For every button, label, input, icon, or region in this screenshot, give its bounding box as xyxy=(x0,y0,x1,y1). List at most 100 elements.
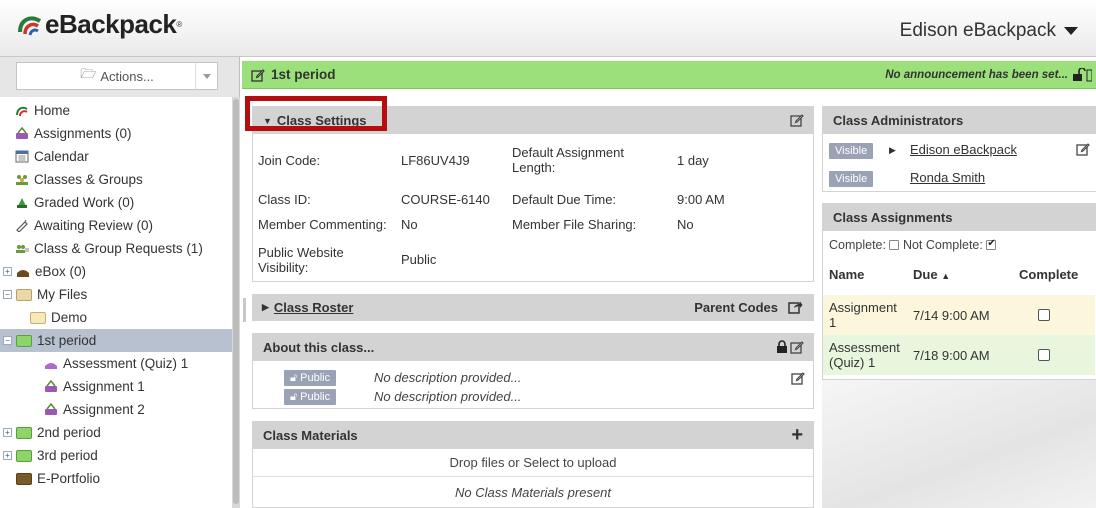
sidebar-item-calendar[interactable]: Calendar xyxy=(0,145,232,168)
folder-icon xyxy=(16,449,32,462)
folder-icon xyxy=(30,311,46,324)
banner-title: 1st period xyxy=(251,67,336,82)
class-roster-header[interactable]: ▶ Class Roster Parent Codes xyxy=(252,294,814,321)
table-row[interactable]: Assignment 1 7/14 9:00 AM xyxy=(823,295,1095,335)
class-id-label: Class ID: xyxy=(258,192,311,207)
sidebar-item-label: Class & Group Requests (1) xyxy=(34,241,203,256)
admin-name-link[interactable]: Edison eBackpack xyxy=(910,142,1017,157)
sidebar-scrollbar[interactable] xyxy=(232,97,240,508)
sidebar-item-assignment-2[interactable]: Assignment 2 xyxy=(0,398,232,421)
top-bar: eBackpack ® Edison eBackpack xyxy=(0,0,1096,57)
completion-filter: Complete: Not Complete: ✔ xyxy=(829,238,997,252)
member-commenting-label: Member Commenting: xyxy=(258,217,387,232)
class-materials-panel: Class Materials + Drop files or Select t… xyxy=(252,421,814,508)
expand-icon[interactable]: + xyxy=(3,267,12,276)
sort-ascending-icon: ▲ xyxy=(941,271,951,281)
visible-badge[interactable]: Visible xyxy=(829,171,874,187)
actions-dropdown[interactable]: 🗁 Actions... xyxy=(16,62,218,90)
caret-right-icon[interactable]: ▶ xyxy=(889,145,896,156)
class-assignments-panel: Class Assignments Complete: Not Complete… xyxy=(822,203,1096,380)
sidebar-item-3rd-period[interactable]: + 3rd period xyxy=(0,444,232,467)
column-header-complete[interactable]: Complete xyxy=(1019,267,1078,282)
upload-dropzone[interactable]: Drop files or Select to upload xyxy=(253,449,813,477)
folder-open-icon: 🗁 xyxy=(80,66,97,81)
sidebar: 🗁 Actions... Home Assignments (0) Calend… xyxy=(0,57,240,508)
ebackpack-logo-icon xyxy=(18,16,42,35)
edit-icon[interactable] xyxy=(251,68,265,82)
complete-filter-checkbox[interactable] xyxy=(889,240,900,250)
sidebar-item-label: My Files xyxy=(37,287,88,302)
complete-checkbox[interactable] xyxy=(1038,309,1050,321)
folder-icon xyxy=(16,288,32,301)
edit-icon[interactable] xyxy=(790,340,804,354)
column-header-name[interactable]: Name xyxy=(829,267,864,282)
sidebar-item-graded-work[interactable]: Graded Work (0) xyxy=(0,191,232,214)
public-website-visibility-value: Public xyxy=(401,252,437,267)
assignment-icon xyxy=(45,380,57,392)
column-header-due[interactable]: Due ▲ xyxy=(913,267,950,282)
add-icon[interactable]: + xyxy=(791,424,803,447)
logo-text: eBackpack xyxy=(45,9,177,39)
sidebar-item-label: Awaiting Review (0) xyxy=(34,218,154,233)
expand-icon[interactable]: + xyxy=(3,428,12,437)
sidebar-item-classes-groups[interactable]: Classes & Groups xyxy=(0,168,232,191)
join-code-label: Join Code: xyxy=(258,153,321,168)
sidebar-item-group-requests[interactable]: Class & Group Requests (1) xyxy=(0,237,232,260)
description-text: No description provided... xyxy=(374,389,522,404)
admin-name-link[interactable]: Ronda Smith xyxy=(910,170,985,185)
collapse-icon[interactable]: − xyxy=(3,336,12,345)
class-administrators-panel: Class Administrators Visible ▶ Edison eB… xyxy=(822,106,1096,192)
user-menu[interactable]: Edison eBackpack xyxy=(900,20,1078,42)
sidebar-item-e-portfolio[interactable]: E-Portfolio xyxy=(0,467,232,490)
graded-work-icon xyxy=(17,198,27,208)
sidebar-item-label: Assignments (0) xyxy=(34,126,132,141)
scrollbar-thumb[interactable] xyxy=(233,99,239,504)
about-class-panel: About this class... 🔓︎ Public No descript… xyxy=(252,333,814,409)
sidebar-item-my-files[interactable]: − My Files xyxy=(0,283,232,306)
assignment-name[interactable]: Assessment (Quiz) 1 xyxy=(829,340,905,370)
panel-resize-grip[interactable] xyxy=(243,298,246,322)
parent-codes-label[interactable]: Parent Codes xyxy=(694,300,778,315)
logo[interactable]: eBackpack ® xyxy=(17,9,182,40)
folder-icon xyxy=(16,472,32,485)
ebox-icon xyxy=(17,270,29,277)
announcement-text[interactable]: No announcement has been set... xyxy=(885,69,1068,81)
share-icon[interactable] xyxy=(788,300,803,314)
sidebar-item-label: Assignment 1 xyxy=(63,379,145,394)
assignment-name[interactable]: Assignment 1 xyxy=(829,300,897,330)
sidebar-item-1st-period[interactable]: − 1st period xyxy=(0,329,232,352)
sidebar-item-label: 1st period xyxy=(37,333,97,348)
class-assignments-header: Class Assignments xyxy=(823,204,1096,231)
not-complete-filter-checkbox[interactable]: ✔ xyxy=(986,238,997,250)
complete-checkbox[interactable] xyxy=(1038,349,1050,361)
class-roster-title[interactable]: Class Roster xyxy=(274,300,353,315)
public-badge-label: Public xyxy=(300,372,331,384)
edit-icon[interactable] xyxy=(1076,142,1090,156)
sidebar-item-assessment-quiz-1[interactable]: Assessment (Quiz) 1 xyxy=(0,352,232,375)
registered-mark: ® xyxy=(176,20,183,29)
sidebar-item-awaiting-review[interactable]: Awaiting Review (0) xyxy=(0,214,232,237)
lock-icon[interactable] xyxy=(776,340,788,354)
class-title: 1st period xyxy=(271,67,336,82)
assignments-icon xyxy=(16,127,28,139)
class-administrators-title: Class Administrators xyxy=(833,113,964,128)
unlock-icon[interactable] xyxy=(1072,67,1093,85)
sidebar-item-2nd-period[interactable]: + 2nd period xyxy=(0,421,232,444)
about-class-title: About this class... xyxy=(263,340,375,355)
sidebar-item-ebox[interactable]: + eBox (0) xyxy=(0,260,232,283)
sidebar-item-assignment-1[interactable]: Assignment 1 xyxy=(0,375,232,398)
sidebar-item-demo[interactable]: Demo xyxy=(0,306,232,329)
assessment-icon xyxy=(45,363,57,369)
public-badge[interactable]: 🔓︎ Public xyxy=(284,370,337,386)
sidebar-item-home[interactable]: Home xyxy=(0,99,232,122)
edit-icon[interactable] xyxy=(791,371,805,385)
sidebar-item-assignments[interactable]: Assignments (0) xyxy=(0,122,232,145)
sidebar-item-label: E-Portfolio xyxy=(37,471,101,486)
edit-icon[interactable] xyxy=(790,113,804,127)
public-badge[interactable]: 🔓︎ Public xyxy=(284,389,337,405)
visible-badge[interactable]: Visible xyxy=(829,143,874,159)
default-due-time-label: Default Due Time: xyxy=(512,192,617,207)
expand-icon[interactable]: + xyxy=(3,451,12,460)
table-row[interactable]: Assessment (Quiz) 1 7/18 9:00 AM xyxy=(823,335,1095,375)
collapse-icon[interactable]: − xyxy=(3,290,12,299)
